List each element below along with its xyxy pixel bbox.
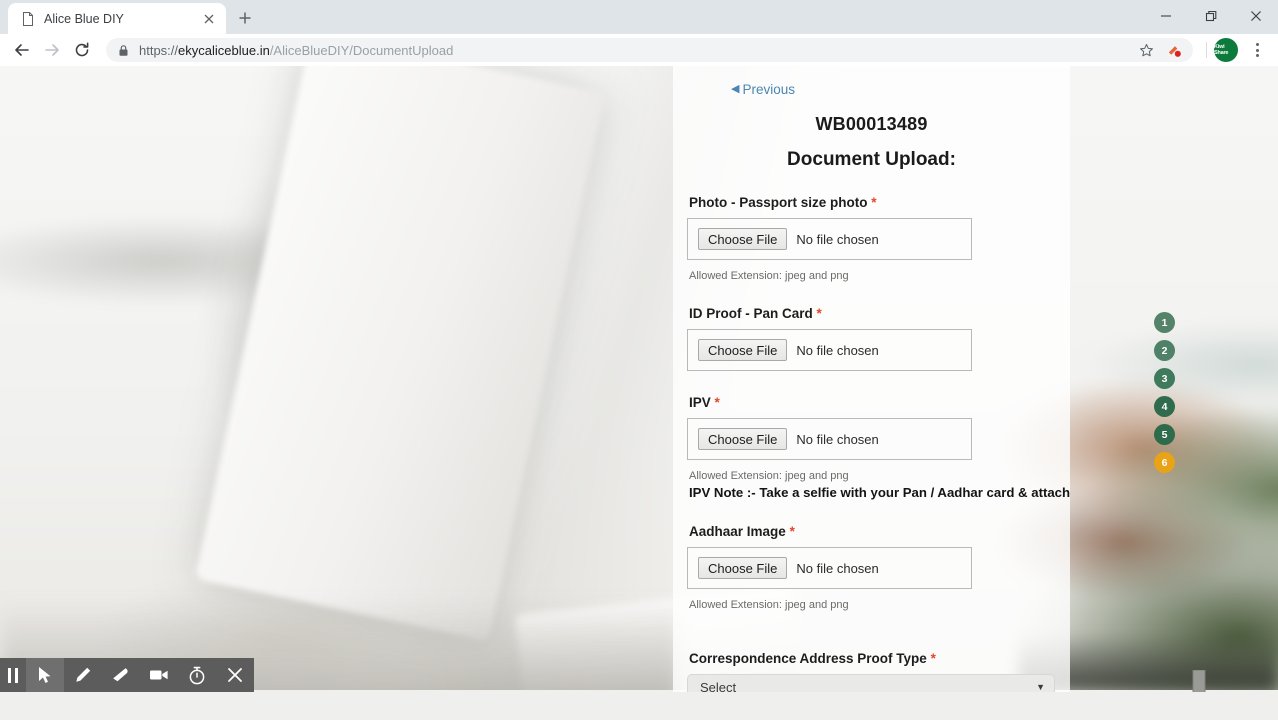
pencil-icon [76,667,91,682]
url-host: ekycaliceblue.in [178,42,270,58]
step-circle-1[interactable]: 1 [1154,312,1175,333]
required-marker: * [789,524,795,539]
step-number: 2 [1161,344,1168,357]
avatar-initials: Kiwi Share [1214,44,1229,56]
required-marker: * [816,306,822,321]
step-number: 4 [1161,400,1168,413]
window-controls [1143,0,1278,32]
file-input-photo[interactable]: Choose File No file chosen [687,218,972,260]
pencil-button[interactable] [64,658,102,692]
avatar[interactable]: Kiwi Share [1214,38,1238,62]
toolbar-divider [1206,42,1207,58]
document-icon [20,11,36,27]
camera-button[interactable] [140,658,178,692]
star-icon[interactable] [1133,38,1159,62]
field-aadhaar-image: Aadhaar Image * Choose File No file chos… [687,524,1056,611]
step-number: 1 [1161,316,1168,329]
field-label: IPV * [689,395,1056,410]
browser-toolbar: https://ekycaliceblue.in/AliceBlueDIY/Do… [0,34,1278,66]
close-recorder-button[interactable] [216,658,254,692]
required-marker: * [871,195,877,210]
field-label: ID Proof - Pan Card * [689,306,1056,321]
url-text: https://ekycaliceblue.in/AliceBlueDIY/Do… [139,43,1124,58]
tab-title: Alice Blue DIY [44,11,124,26]
restore-icon[interactable] [1188,0,1233,32]
previous-caret-icon: ◀ [731,83,740,95]
close-icon [228,668,242,682]
allowed-extension-hint: Allowed Extension: jpeg and png [689,470,849,482]
field-pan-card: ID Proof - Pan Card * Choose File No fil… [687,306,1056,371]
back-arrow-icon[interactable] [8,36,36,64]
lock-icon [118,43,130,57]
field-photo: Photo - Passport size photo * Choose Fil… [687,195,1056,282]
address-bar[interactable]: https://ekycaliceblue.in/AliceBlueDIY/Do… [106,38,1193,62]
pause-button[interactable] [0,658,26,692]
required-marker: * [930,651,936,666]
file-input-ipv[interactable]: Choose File No file chosen [687,418,972,460]
tab-strip: Alice Blue DIY [0,0,1278,34]
field-label-text: IPV [689,395,711,410]
form-panel: ◀ Previous WB00013489 Document Upload: P… [673,66,1070,720]
extension-icon[interactable] [1161,38,1187,62]
tab-close-icon[interactable] [200,10,218,28]
choose-file-button[interactable]: Choose File [698,557,788,579]
browser-tab[interactable]: Alice Blue DIY [8,3,226,34]
file-status: No file chosen [796,560,879,576]
minimize-icon[interactable] [1143,0,1188,32]
video-camera-icon [150,670,168,680]
stopwatch-icon [189,666,205,684]
bottom-strip [0,692,1278,720]
cursor-icon [39,667,51,683]
step-circle-5[interactable]: 5 [1154,424,1175,445]
cursor-button[interactable] [26,658,64,692]
choose-file-button[interactable]: Choose File [698,428,788,450]
url-scheme: https:// [139,42,179,58]
window-close-icon[interactable] [1233,0,1278,32]
allowed-extension-hint: Allowed Extension: jpeg and png [689,270,849,282]
ipv-note: IPV Note :- Take a selfie with your Pan … [689,485,1070,500]
forward-arrow-icon[interactable] [38,36,66,64]
chevron-down-icon: ▼ [1036,682,1045,692]
file-status: No file chosen [796,342,879,358]
step-number: 3 [1161,372,1168,385]
browser-window: Alice Blue DIY https://ekycaliceblue.in/… [0,0,1278,720]
field-ipv: IPV * Choose File No file chosen Allowed… [687,395,1070,500]
field-label-text: Photo - Passport size photo [689,195,868,210]
step-circle-4[interactable]: 4 [1154,396,1175,417]
step-number: 5 [1161,428,1168,441]
file-input-aadhaar[interactable]: Choose File No file chosen [687,547,972,589]
required-marker: * [714,395,720,410]
omnibox-actions [1133,38,1189,62]
file-status: No file chosen [796,231,879,247]
field-label-text: ID Proof - Pan Card [689,306,813,321]
step-indicator: 1 2 3 4 5 6 [1154,312,1175,473]
recorder-toolbar [0,658,254,692]
timer-button[interactable] [178,658,216,692]
field-label: Photo - Passport size photo * [689,195,1056,210]
file-input-pan-card[interactable]: Choose File No file chosen [687,329,972,371]
eraser-button[interactable] [102,658,140,692]
field-label: Aadhaar Image * [689,524,1056,539]
reload-icon[interactable] [68,36,96,64]
previous-label: Previous [742,82,795,97]
choose-file-button[interactable]: Choose File [698,339,788,361]
page-title: Document Upload: [787,149,956,170]
step-circle-6[interactable]: 6 [1154,452,1175,473]
previous-link[interactable]: ◀ Previous [731,82,795,97]
eraser-icon [113,668,128,682]
step-number: 6 [1161,456,1168,469]
url-path: /AliceBlueDIY/DocumentUpload [269,42,454,58]
field-label: Correspondence Address Proof Type * [689,651,1056,666]
step-circle-2[interactable]: 2 [1154,340,1175,361]
allowed-extension-hint: Allowed Extension: jpeg and png [689,599,849,611]
three-dots-icon[interactable] [1244,37,1270,63]
step-circle-3[interactable]: 3 [1154,368,1175,389]
page-viewport: 1 2 3 4 5 6 ◀ Previous WB00013489 Docume… [0,66,1278,720]
field-label-text: Aadhaar Image [689,524,786,539]
choose-file-button[interactable]: Choose File [698,228,788,250]
new-tab-button[interactable] [230,4,260,32]
field-label-text: Correspondence Address Proof Type [689,651,927,666]
file-status: No file chosen [796,431,879,447]
reference-number: WB00013489 [815,114,928,134]
